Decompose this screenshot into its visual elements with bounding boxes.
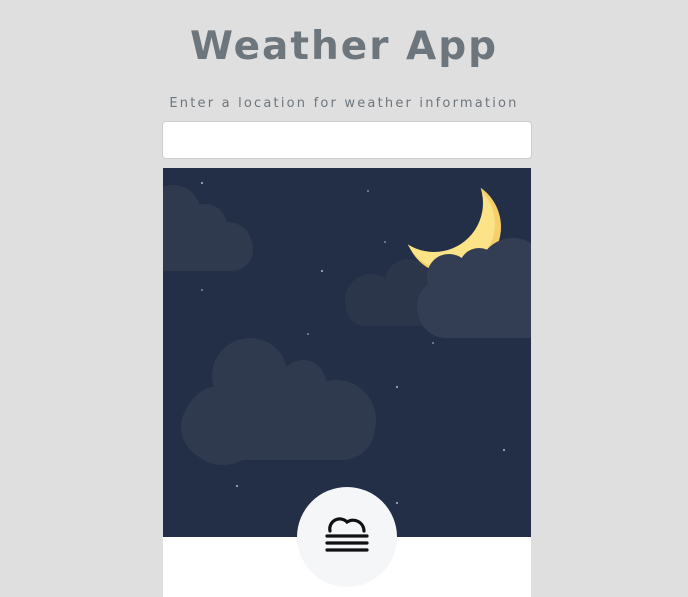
star (367, 190, 369, 192)
night-sky-illustration (163, 168, 531, 537)
weather-app-page: Weather App Enter a location for weather… (0, 0, 688, 597)
star (384, 241, 386, 243)
location-input[interactable] (162, 121, 532, 159)
star (395, 385, 399, 389)
star (432, 342, 434, 344)
star (320, 269, 324, 273)
weather-card (163, 168, 531, 597)
fog-icon (325, 517, 369, 552)
star (307, 333, 309, 335)
star (395, 501, 399, 505)
star (235, 484, 239, 488)
weather-icon-badge (297, 487, 397, 587)
star (502, 448, 506, 452)
star (200, 181, 204, 185)
star (201, 289, 203, 291)
location-prompt: Enter a location for weather information (169, 96, 519, 111)
app-title: Weather App (189, 24, 499, 69)
